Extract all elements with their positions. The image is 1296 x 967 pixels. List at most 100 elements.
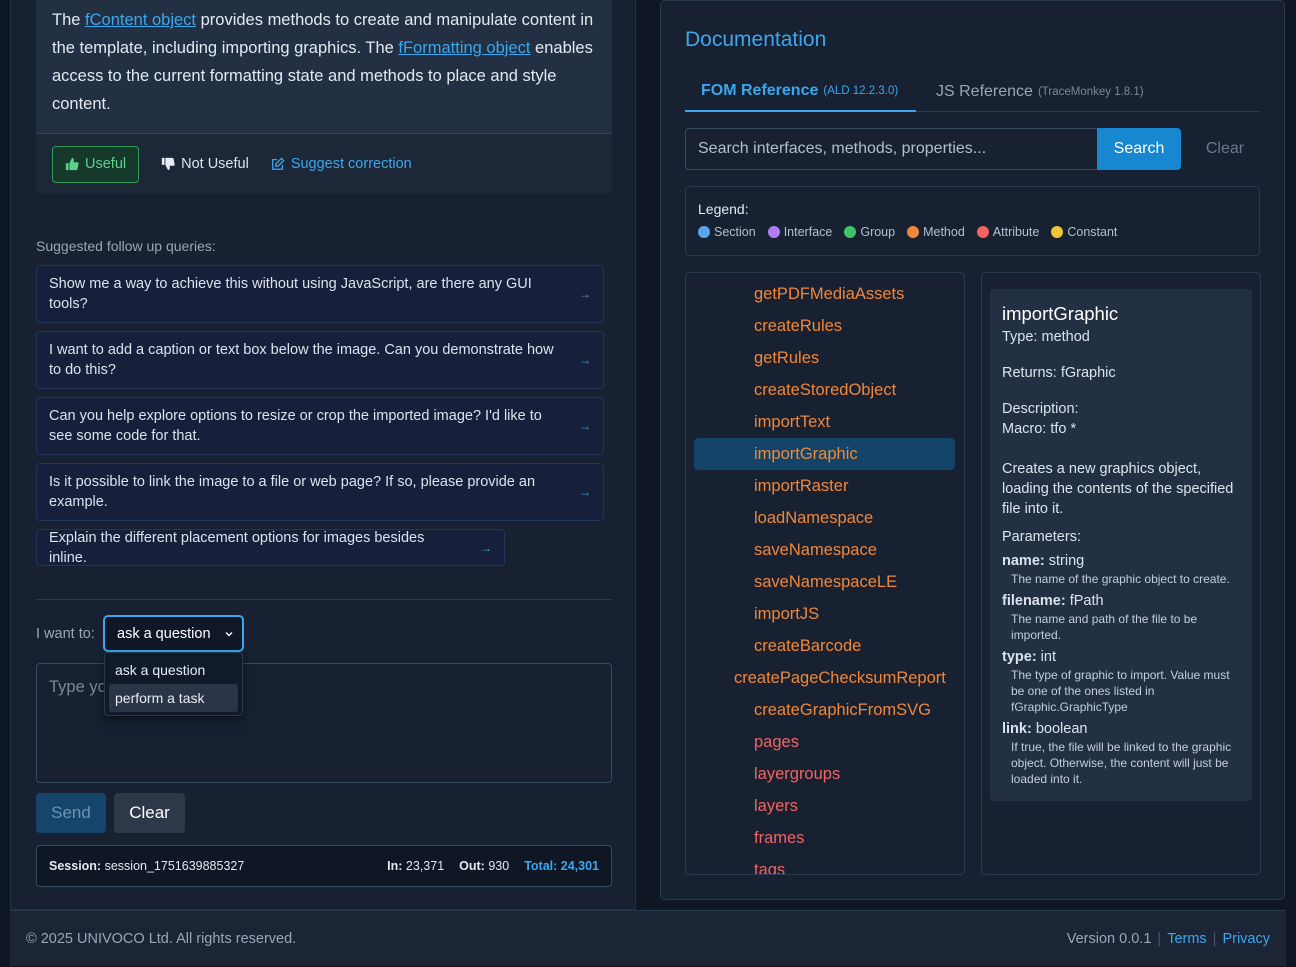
method-name: importGraphic bbox=[1002, 303, 1119, 324]
mode-selected-value: ask a question bbox=[117, 625, 211, 642]
tokens-total: Total: 24,301 bbox=[524, 859, 599, 873]
not-useful-label: Not Useful bbox=[181, 156, 249, 172]
clear-button[interactable]: Clear bbox=[114, 793, 185, 833]
doc-search-input[interactable]: Search interfaces, methods, properties..… bbox=[685, 128, 1098, 170]
parameters-label: Parameters: bbox=[1002, 529, 1081, 545]
followups-label: Suggested follow up queries: bbox=[36, 238, 216, 254]
tree-item[interactable]: layers bbox=[754, 790, 798, 822]
tree-item[interactable]: createStoredObject bbox=[754, 374, 896, 406]
not-useful-button[interactable]: Not Useful bbox=[161, 156, 249, 172]
feedback-row: Useful Not Useful Suggest correction bbox=[36, 134, 612, 194]
copyright: © 2025 UNIVOCO Ltd. All rights reserved. bbox=[26, 930, 297, 947]
send-button[interactable]: Send bbox=[36, 793, 106, 833]
tree-item[interactable]: importText bbox=[754, 406, 830, 438]
followup-text: Can you help explore options to resize o… bbox=[49, 408, 542, 444]
mode-select[interactable]: ask a question bbox=[103, 615, 244, 652]
mode-option-ask[interactable]: ask a question bbox=[109, 656, 238, 684]
mode-option-task[interactable]: perform a task bbox=[109, 684, 238, 712]
arrow-right-icon: → bbox=[579, 353, 591, 367]
arrow-right-icon: → bbox=[579, 485, 591, 499]
tree-item[interactable]: getRules bbox=[754, 342, 819, 374]
terms-link[interactable]: Terms bbox=[1167, 931, 1206, 947]
legend: Legend: Section Interface Group Method A… bbox=[685, 186, 1260, 256]
answer-message: The fContent object provides methods to … bbox=[36, 0, 612, 134]
description-label: Description: bbox=[1002, 401, 1079, 417]
group-dot-icon bbox=[844, 226, 857, 238]
legend-item-group: Group bbox=[844, 225, 895, 239]
followup-text: Explain the different placement options … bbox=[49, 529, 425, 566]
thumbs-down-icon bbox=[161, 157, 175, 171]
tokens-out: Out: 930 bbox=[459, 859, 510, 873]
tree-item[interactable]: createPageChecksumReport bbox=[734, 662, 946, 694]
parameter: type: int The type of graphic to import.… bbox=[1002, 649, 1230, 714]
followup-query[interactable]: Show me a way to achieve this without us… bbox=[36, 265, 604, 323]
mode-dropdown: ask a question perform a task bbox=[104, 652, 243, 716]
fcontent-link[interactable]: fContent object bbox=[85, 11, 196, 29]
tab-js-reference[interactable]: JS Reference (TraceMonkey 1.8.1) bbox=[936, 71, 1144, 112]
parameter: filename: fPath The name and path of the… bbox=[1002, 593, 1198, 642]
session-label: Session: bbox=[49, 859, 102, 873]
fom-tree: getPDFMediaAssets createRules getRules c… bbox=[685, 272, 965, 875]
tokens-in: In: 23,371 bbox=[387, 859, 445, 873]
followup-query[interactable]: Explain the different placement options … bbox=[36, 529, 505, 566]
tree-item[interactable]: importJS bbox=[754, 598, 819, 630]
tree-item[interactable]: layergroups bbox=[754, 758, 840, 790]
followup-query[interactable]: Can you help explore options to resize o… bbox=[36, 397, 604, 455]
documentation-title: Documentation bbox=[685, 28, 827, 51]
method-macro: Macro: tfo * bbox=[1002, 421, 1077, 437]
parameter: link: boolean If true, the file will be … bbox=[1002, 721, 1232, 786]
divider bbox=[36, 599, 612, 600]
edit-icon bbox=[271, 157, 285, 170]
legend-item-attribute: Attribute bbox=[976, 225, 1039, 239]
chevron-down-icon bbox=[225, 631, 233, 636]
doc-clear-button[interactable]: Clear bbox=[1195, 128, 1255, 170]
followup-text: Show me a way to achieve this without us… bbox=[49, 276, 532, 312]
legend-title: Legend: bbox=[698, 201, 749, 217]
tree-item[interactable]: saveNamespaceLE bbox=[754, 566, 897, 598]
separator: | bbox=[1157, 930, 1162, 947]
tab-fom-reference[interactable]: FOM Reference (ALD 12.2.3.0) bbox=[685, 71, 916, 112]
tree-item[interactable]: importRaster bbox=[754, 470, 848, 502]
followup-text: Is it possible to link the image to a fi… bbox=[49, 474, 536, 510]
version: Version 0.0.1 bbox=[1066, 930, 1152, 947]
method-description: Creates a new graphics object, loading t… bbox=[1002, 461, 1234, 517]
interface-dot-icon bbox=[767, 226, 780, 238]
fformatting-link[interactable]: fFormatting object bbox=[398, 39, 530, 57]
legend-item-section: Section bbox=[698, 225, 756, 239]
followup-text: I want to add a caption or text box belo… bbox=[49, 342, 554, 378]
token-stats: In: 23,371 Out: 930 Total: 24,301 bbox=[387, 859, 599, 873]
tree-item[interactable]: pages bbox=[754, 726, 799, 758]
useful-button[interactable]: Useful bbox=[52, 145, 140, 183]
arrow-right-icon: → bbox=[480, 540, 492, 555]
detail-column: importGraphic Type: method Returns: fGra… bbox=[981, 272, 1261, 875]
legend-item-method: Method bbox=[907, 225, 965, 239]
arrow-right-icon: → bbox=[579, 419, 591, 433]
query-placeholder: Type yo bbox=[49, 678, 107, 696]
section-dot-icon bbox=[698, 226, 710, 238]
suggest-correction-button[interactable]: Suggest correction bbox=[271, 156, 412, 172]
legend-item-interface: Interface bbox=[767, 225, 832, 239]
tree-item[interactable]: tags bbox=[754, 854, 785, 874]
followup-query[interactable]: I want to add a caption or text box belo… bbox=[36, 331, 604, 389]
chat-panel: The fContent object provides methods to … bbox=[10, 0, 636, 910]
footer-links: Version 0.0.1 | Terms | Privacy bbox=[1067, 931, 1270, 947]
useful-label: Useful bbox=[85, 156, 127, 172]
method-dot-icon bbox=[907, 226, 920, 238]
followup-query[interactable]: Is it possible to link the image to a fi… bbox=[36, 463, 604, 521]
attribute-dot-icon bbox=[976, 226, 989, 238]
legend-item-constant: Constant bbox=[1051, 225, 1117, 239]
parameter: name: string The name of the graphic obj… bbox=[1002, 553, 1230, 586]
tree-item[interactable]: saveNamespace bbox=[754, 534, 877, 566]
method-detail-card: importGraphic Type: method Returns: fGra… bbox=[990, 289, 1252, 801]
tree-item[interactable]: createGraphicFromSVG bbox=[754, 694, 931, 726]
mode-label: I want to: bbox=[36, 626, 95, 642]
tree-item[interactable]: getPDFMediaAssets bbox=[754, 278, 904, 310]
tree-item[interactable]: createRules bbox=[754, 310, 842, 342]
tree-item[interactable]: createBarcode bbox=[754, 630, 861, 662]
tree-item-selected[interactable]: importGraphic bbox=[694, 438, 955, 470]
doc-search-button[interactable]: Search bbox=[1097, 128, 1181, 170]
tree-item[interactable]: frames bbox=[754, 822, 804, 854]
answer-text: The bbox=[52, 11, 86, 29]
tree-item[interactable]: loadNamespace bbox=[754, 502, 873, 534]
privacy-link[interactable]: Privacy bbox=[1222, 931, 1270, 947]
